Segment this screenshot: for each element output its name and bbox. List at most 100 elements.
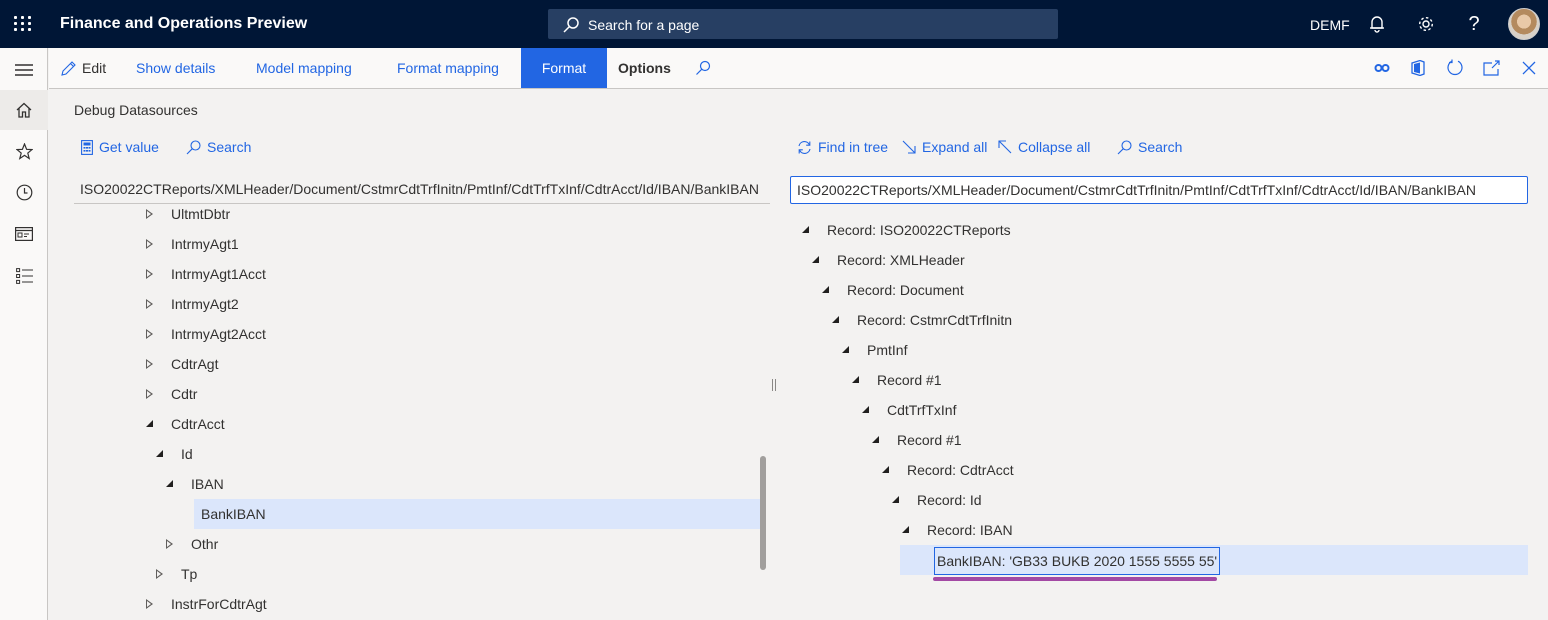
search-placeholder: Search for a page — [588, 17, 700, 33]
action-pane: Edit Show details Model mapping Format m… — [49, 48, 1548, 89]
expanded-triangle-icon[interactable] — [892, 496, 899, 503]
expanded-triangle-icon[interactable] — [862, 406, 869, 413]
collapsed-triangle-icon[interactable] — [146, 209, 153, 219]
left-search-button[interactable]: Search — [186, 139, 251, 155]
expanded-triangle-icon[interactable] — [852, 376, 859, 383]
hamburger-menu-icon[interactable] — [0, 50, 48, 90]
refresh-icon[interactable] — [1445, 58, 1465, 78]
collapsed-triangle-icon[interactable] — [146, 239, 153, 249]
edit-label: Edit — [82, 60, 107, 76]
tree-node-label: IntrmyAgt1Acct — [171, 266, 266, 282]
selected-row-highlight — [194, 499, 760, 529]
right-path-field[interactable]: ISO20022CTReports/XMLHeader/Document/Cst… — [790, 176, 1528, 204]
tab-options[interactable]: Options — [618, 48, 671, 88]
expanded-triangle-icon[interactable] — [166, 480, 173, 487]
collapse-all-label: Collapse all — [1018, 139, 1091, 155]
collapsed-triangle-icon[interactable] — [156, 569, 163, 579]
collapse-all-button[interactable]: Collapse all — [998, 139, 1090, 155]
search-icon — [1117, 139, 1132, 154]
format-mapping-button[interactable]: Format mapping — [397, 48, 499, 88]
tree-node-label: Record: IBAN — [927, 522, 1013, 538]
get-value-button[interactable]: Get value — [81, 139, 159, 155]
panel-splitter[interactable] — [772, 379, 776, 391]
sync-icon — [798, 140, 811, 154]
get-value-label: Get value — [99, 139, 159, 155]
search-label: Search — [207, 139, 252, 155]
expand-all-button[interactable]: Expand all — [902, 139, 987, 155]
expanded-triangle-icon[interactable] — [802, 226, 809, 233]
home-icon[interactable] — [0, 90, 48, 130]
model-mapping-button[interactable]: Model mapping — [256, 48, 352, 88]
gear-icon[interactable] — [1414, 12, 1438, 36]
expanded-triangle-icon[interactable] — [832, 316, 839, 323]
edit-button[interactable]: Edit — [61, 48, 106, 88]
tree-node-label: Record: CstmrCdtTrfInitn — [857, 312, 1013, 328]
expand-all-label: Expand all — [922, 139, 988, 155]
tree-node-label: IntrmyAgt1 — [171, 236, 239, 252]
list-icon[interactable] — [0, 256, 48, 296]
avatar[interactable] — [1508, 8, 1540, 40]
star-icon[interactable] — [0, 131, 48, 171]
waffle-icon[interactable] — [14, 16, 32, 32]
find-in-tree-button[interactable]: Find in tree — [797, 139, 888, 155]
search-label: Search — [1138, 139, 1183, 155]
tree-node-label: UltmtDbtr — [171, 208, 231, 222]
expanded-triangle-icon[interactable] — [822, 286, 829, 293]
right-search-button[interactable]: Search — [1117, 139, 1182, 155]
expanded-triangle-icon[interactable] — [146, 420, 153, 427]
tree-node-label: IntrmyAgt2Acct — [171, 326, 266, 342]
arrow-up-left-icon — [998, 140, 1012, 154]
highlight-underline — [933, 577, 1217, 581]
help-icon[interactable]: ? — [1462, 12, 1486, 36]
tree-node-label: CdtrAcct — [171, 416, 225, 432]
tree-node-label: IBAN — [191, 476, 224, 492]
pencil-icon — [61, 60, 76, 76]
expanded-triangle-icon[interactable] — [902, 526, 909, 533]
datasource-tree: UltmtDbtr IntrmyAgt1 IntrmyAgt1Acct IntrmyA… — [74, 208, 760, 620]
collapsed-triangle-icon[interactable] — [146, 329, 153, 339]
tree-node-label: Record: ISO20022CTReports — [827, 222, 1011, 238]
show-details-button[interactable]: Show details — [136, 48, 215, 88]
clock-icon[interactable] — [0, 172, 48, 212]
workspace-icon[interactable] — [0, 214, 48, 254]
tree-node-label: Record: Id — [917, 492, 982, 508]
connect-icon[interactable] — [1372, 58, 1392, 78]
collapsed-triangle-icon[interactable] — [146, 359, 153, 369]
collapsed-triangle-icon[interactable] — [146, 299, 153, 309]
tree-node-label: Cdtr — [171, 386, 198, 402]
section-title: Debug Datasources — [74, 102, 198, 118]
top-bar: Finance and Operations Preview Search fo… — [0, 0, 1548, 48]
tree-node-label: BankIBAN — [201, 506, 266, 522]
find-in-tree-label: Find in tree — [818, 139, 889, 155]
tree-node-label: BankIBAN: 'GB33 BUKB 2020 1555 5555 55' — [934, 547, 1221, 575]
app-title: Finance and Operations Preview — [60, 15, 308, 32]
expanded-triangle-icon[interactable] — [156, 450, 163, 457]
action-search-icon[interactable] — [695, 60, 711, 76]
arrow-down-right-icon — [902, 140, 916, 154]
expanded-triangle-icon[interactable] — [872, 436, 879, 443]
office-icon[interactable] — [1408, 58, 1428, 78]
expanded-triangle-icon[interactable] — [882, 466, 889, 473]
search-icon — [186, 139, 201, 154]
tree-node-label: Record: Document — [847, 282, 964, 298]
tab-format[interactable]: Format — [521, 48, 607, 88]
company-picker[interactable]: DEMF — [1310, 17, 1350, 33]
collapsed-triangle-icon[interactable] — [146, 389, 153, 399]
expanded-triangle-icon[interactable] — [812, 256, 819, 263]
expanded-triangle-icon[interactable] — [842, 346, 849, 353]
bell-icon[interactable] — [1365, 12, 1389, 36]
popout-icon[interactable] — [1482, 58, 1502, 78]
tree-node-label: CdtrAgt — [171, 356, 219, 372]
tree-node-label: Record: XMLHeader — [837, 252, 965, 268]
format-tree: Record: ISO20022CTReports Record: XMLHead… — [790, 214, 1530, 584]
collapsed-triangle-icon[interactable] — [146, 599, 153, 609]
tree-node-label: CdtTrfTxInf — [887, 402, 957, 418]
navigation-rail — [0, 48, 48, 620]
close-icon[interactable] — [1519, 58, 1539, 78]
collapsed-triangle-icon[interactable] — [146, 269, 153, 279]
page-search-input[interactable]: Search for a page — [548, 9, 1058, 39]
tree-node-label: IntrmyAgt2 — [171, 296, 239, 312]
collapsed-triangle-icon[interactable] — [166, 539, 173, 549]
tree-scrollbar[interactable] — [760, 456, 766, 570]
left-path-field[interactable]: ISO20022CTReports/XMLHeader/Document/Cst… — [74, 176, 770, 204]
